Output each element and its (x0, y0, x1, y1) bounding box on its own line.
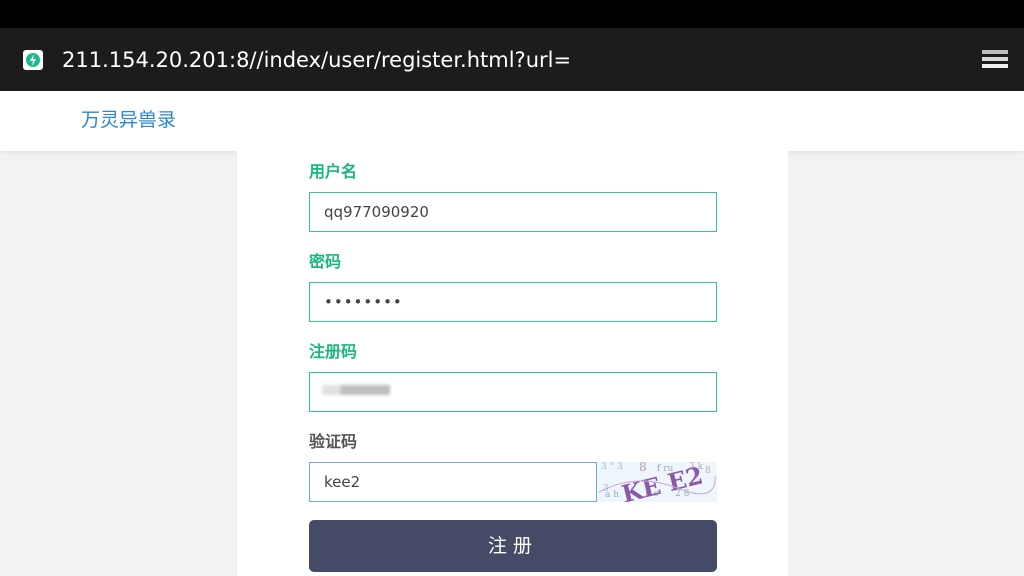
app-title-link[interactable]: 万灵异兽录 (81, 107, 176, 133)
app-header: 万灵异兽录 (0, 91, 1024, 151)
captcha-image[interactable]: 3 ° 3 8 f ru 3 k 8 3 a h b c 2 8 KE E2 (597, 462, 717, 502)
password-input[interactable]: •••••••• (309, 282, 717, 322)
captcha-label: 验证码 (309, 432, 358, 451)
username-value: qq977090920 (324, 203, 429, 221)
tabs-stack-icon[interactable] (980, 48, 1010, 72)
regcode-input[interactable] (309, 372, 717, 412)
captcha-value: kee2 (324, 473, 361, 491)
captcha-input[interactable]: kee2 (309, 462, 597, 502)
system-status-bar (0, 0, 1024, 28)
password-value: •••••••• (324, 293, 403, 311)
regcode-label: 注册码 (309, 342, 358, 361)
url-display[interactable]: 211.154.20.201:8//index/user/register.ht… (62, 46, 571, 74)
redacted-text-blur (340, 385, 390, 395)
browser-address-bar: 211.154.20.201:8//index/user/register.ht… (0, 28, 1024, 91)
username-input[interactable]: qq977090920 (309, 192, 717, 232)
username-label: 用户名 (309, 162, 358, 181)
register-button[interactable]: 注册 (309, 520, 717, 572)
password-label: 密码 (309, 252, 342, 271)
bolt-shield-icon[interactable] (23, 50, 43, 70)
redacted-text-blur (322, 385, 340, 395)
